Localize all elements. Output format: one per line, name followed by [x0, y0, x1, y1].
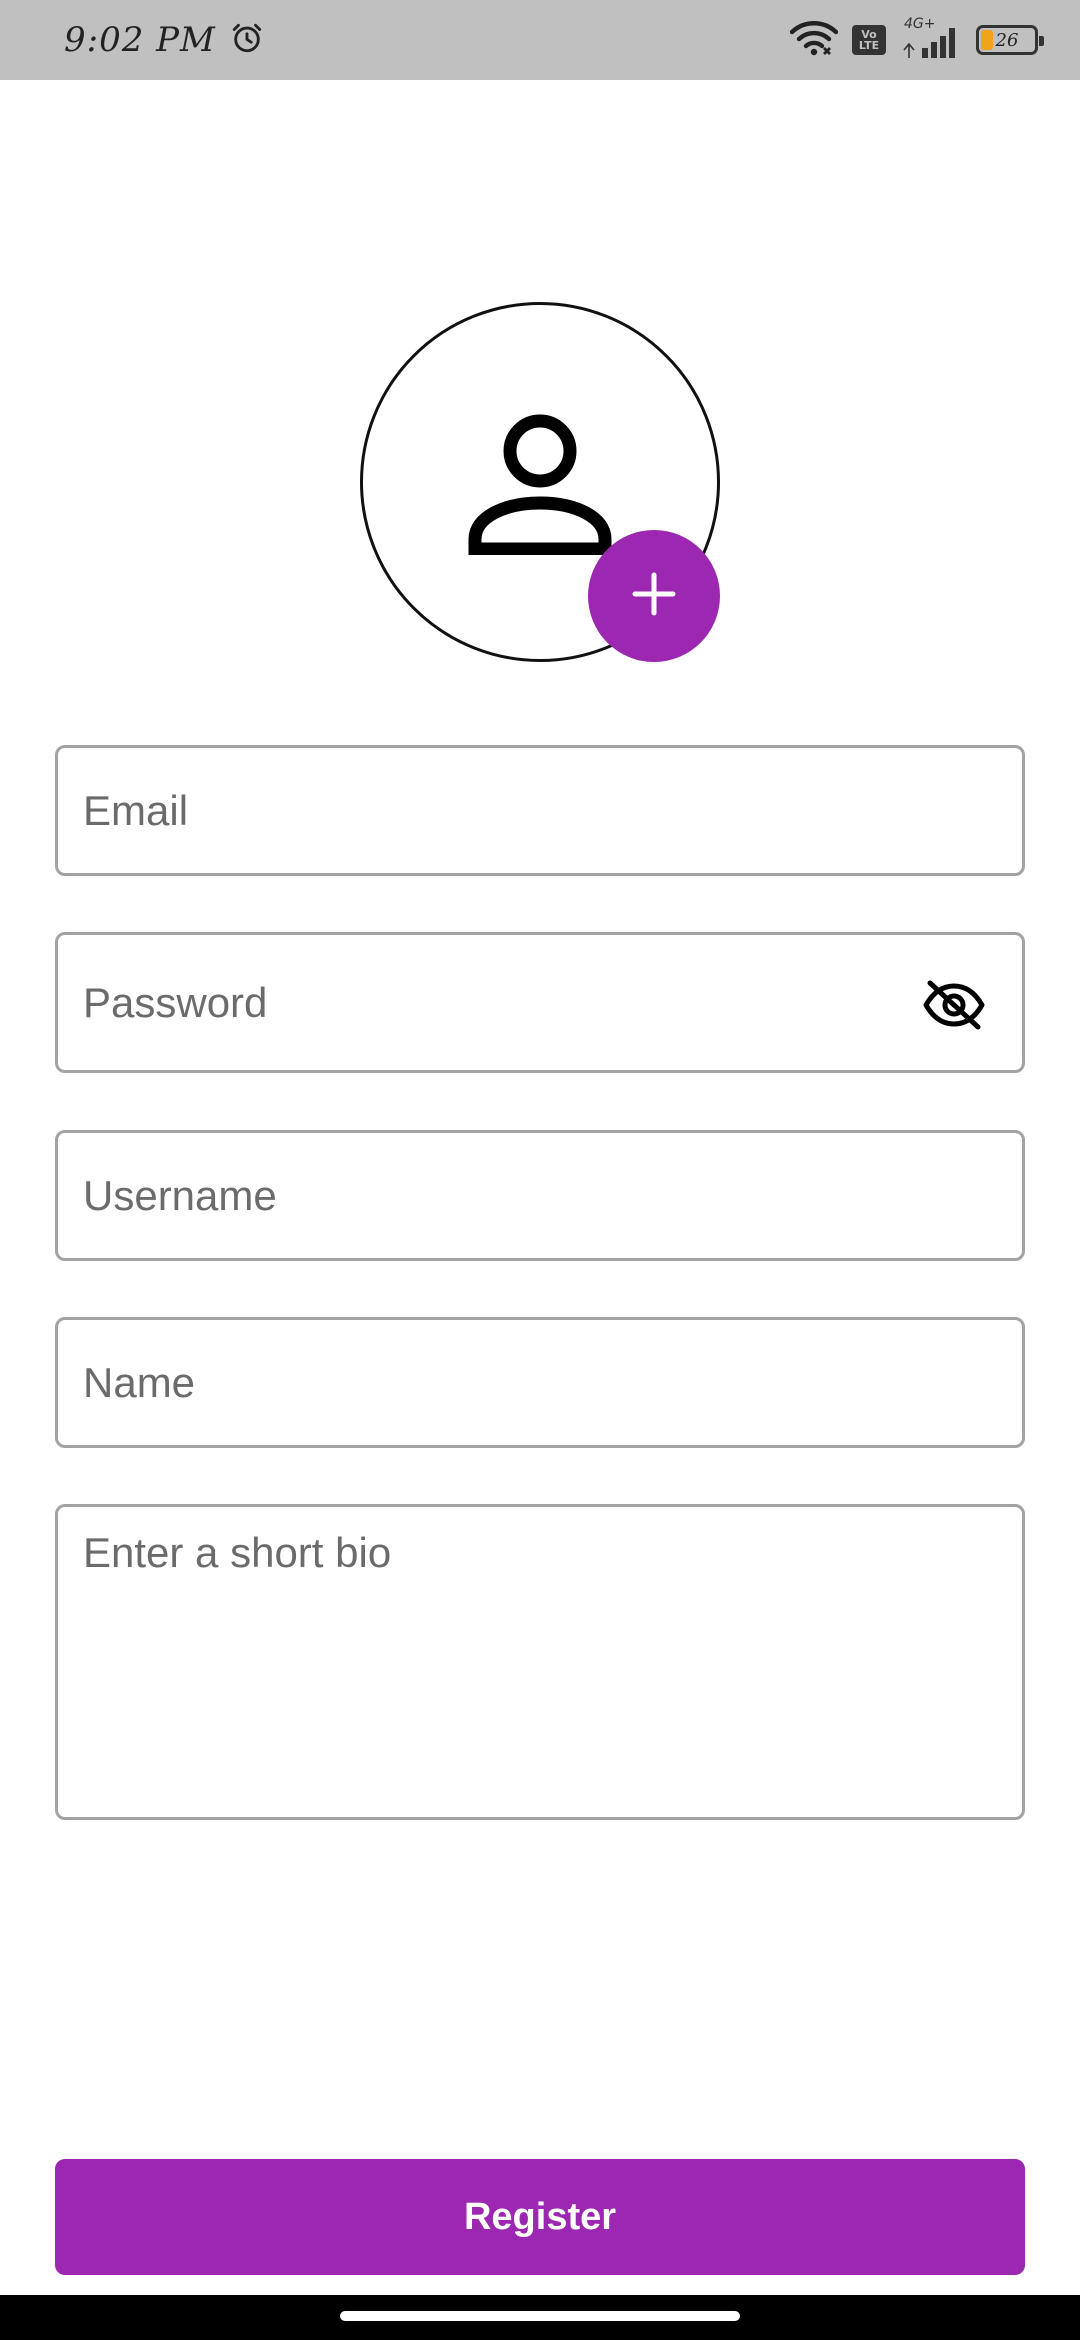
bio-textarea[interactable] [58, 1507, 1022, 1817]
status-right: Vo LTE 4G+ 26 [789, 16, 1044, 61]
person-icon [465, 405, 615, 560]
navigation-bar [0, 2295, 1080, 2340]
email-field [55, 745, 1025, 876]
register-button[interactable]: Register [55, 2159, 1025, 2275]
password-input[interactable] [58, 935, 1022, 1070]
plus-icon [632, 572, 676, 621]
volte-badge: Vo LTE [852, 25, 886, 55]
name-input[interactable] [58, 1320, 1022, 1445]
status-left: 9:02 PM [64, 20, 264, 60]
alarm-clock-icon [230, 21, 264, 60]
eye-off-icon[interactable] [922, 979, 986, 1031]
battery-fill [981, 30, 993, 50]
add-photo-button[interactable] [588, 530, 720, 662]
battery-indicator: 26 [976, 25, 1044, 55]
status-bar: 9:02 PM Vo LTE 4G+ 26 [0, 0, 1080, 80]
cell-signal-icon: 4G+ [900, 16, 962, 60]
home-indicator[interactable] [340, 2311, 740, 2321]
username-input[interactable] [58, 1133, 1022, 1258]
password-field [55, 932, 1025, 1073]
status-time: 9:02 PM [64, 20, 216, 60]
volte-line2: LTE [858, 39, 880, 52]
username-field [55, 1130, 1025, 1261]
name-field [55, 1317, 1025, 1448]
wifi-icon [789, 20, 839, 61]
avatar-picker [360, 302, 720, 662]
battery-level: 26 [995, 29, 1019, 51]
email-input[interactable] [58, 748, 1022, 873]
bio-field [55, 1504, 1025, 1820]
